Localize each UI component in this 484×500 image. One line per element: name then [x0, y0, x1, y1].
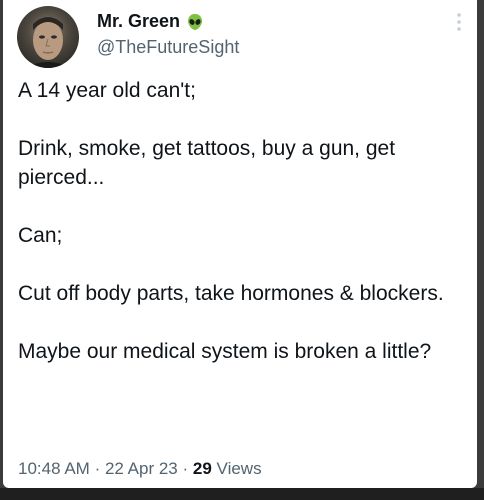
- alien-emoji-icon: [186, 13, 204, 31]
- display-name[interactable]: Mr. Green: [97, 11, 180, 32]
- tweet-paragraph: Maybe our medical system is broken a lit…: [18, 340, 432, 363]
- tweet-meta: 10:48 AM · 22 Apr 23 · 29 Views: [18, 459, 262, 479]
- tweet-time[interactable]: 10:48 AM: [18, 459, 90, 478]
- more-options-icon[interactable]: [455, 12, 463, 32]
- meta-separator: ·: [94, 459, 101, 478]
- tweet-text: A 14 year old can't; Drink, smoke, get t…: [18, 76, 466, 366]
- avatar[interactable]: [17, 6, 79, 68]
- tweet-date[interactable]: 22 Apr 23: [105, 459, 178, 478]
- meta-separator: ·: [182, 459, 189, 478]
- views-label: Views: [216, 459, 262, 478]
- tweet-paragraph: Drink, smoke, get tattoos, buy a gun, ge…: [18, 137, 396, 189]
- author-name-row: Mr. Green: [97, 11, 204, 32]
- tweet-paragraph: A 14 year old can't;: [18, 79, 196, 102]
- tweet-paragraph: Can;: [18, 224, 63, 247]
- views-count[interactable]: 29: [193, 459, 212, 478]
- bottom-strip: [0, 488, 484, 500]
- screenshot-frame: Mr. Green @TheFutureSight A 14 year old …: [0, 0, 484, 500]
- tweet-card[interactable]: Mr. Green @TheFutureSight A 14 year old …: [3, 0, 477, 488]
- avatar-portrait: [25, 17, 71, 68]
- author-handle[interactable]: @TheFutureSight: [97, 37, 239, 58]
- tweet-paragraph: Cut off body parts, take hormones & bloc…: [18, 282, 444, 305]
